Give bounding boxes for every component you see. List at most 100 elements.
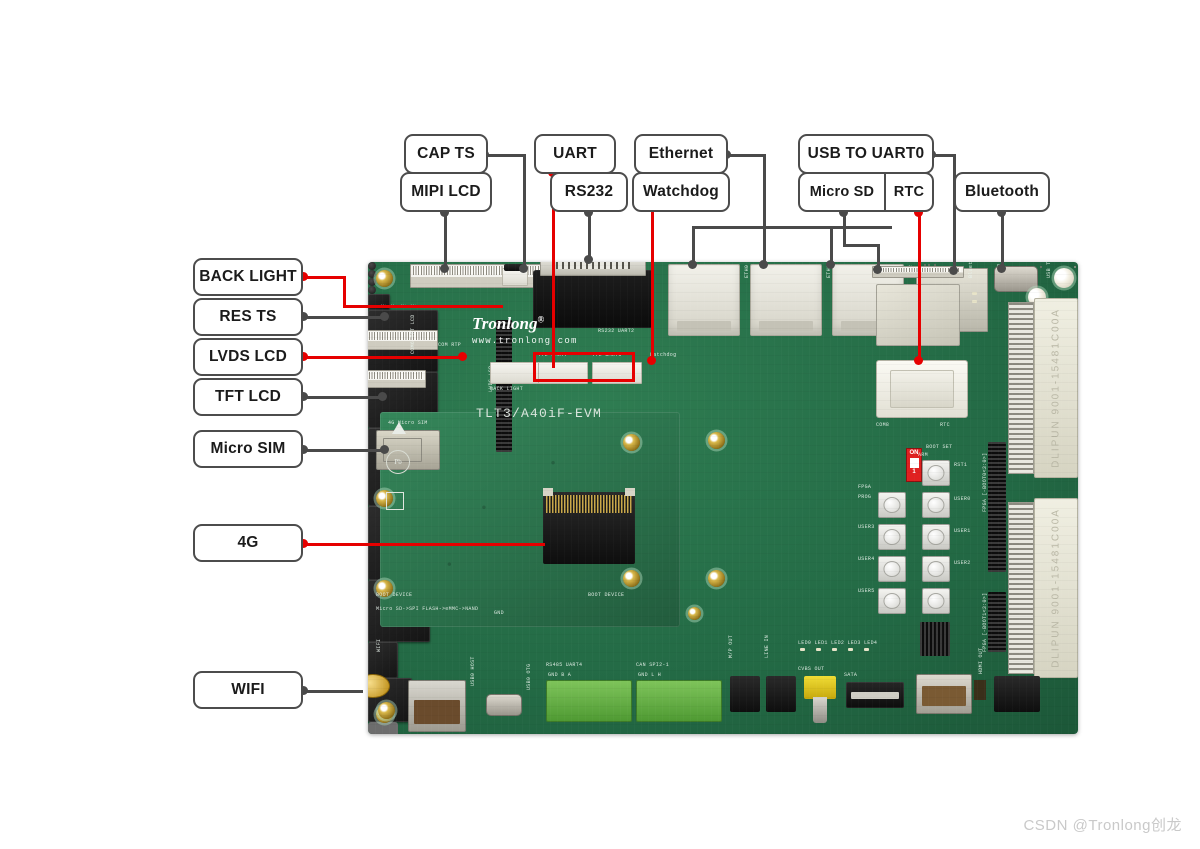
- callout-tft-lcd[interactable]: TFT LCD: [193, 378, 303, 416]
- leader-wifi: [305, 690, 363, 693]
- silk-leds: LED0 LED1 LED2 LED3 LED4: [798, 640, 878, 646]
- leader-res-ts: [305, 316, 385, 319]
- leader-tft-lcd: [305, 396, 383, 399]
- callout-label: RTC: [893, 184, 925, 200]
- leader-microsd-v: [843, 212, 846, 246]
- leader-dot: [378, 392, 387, 401]
- silk-rst1: RST1: [954, 462, 968, 468]
- callout-uart[interactable]: UART: [534, 134, 616, 174]
- mounting-hole: [708, 432, 725, 449]
- res-ts-pin: [368, 286, 376, 294]
- 4g-socket-pins: [546, 495, 632, 513]
- callout-4g[interactable]: 4G: [193, 524, 303, 562]
- callout-lvds-lcd[interactable]: LVDS LCD: [193, 338, 303, 376]
- silk-line-in: LINE IN: [764, 634, 770, 658]
- leader-cap-ts: [487, 154, 525, 157]
- leader-dot-red: [458, 352, 467, 361]
- silk-bluetooth: Bluetooth: [968, 262, 974, 278]
- silk-gnd: GND: [494, 610, 504, 616]
- leader-micro-sim: [305, 449, 385, 452]
- tft-lcd-ffc-connector-2: [368, 370, 426, 388]
- mounting-hole: [688, 607, 701, 620]
- silk-wifi: WIFI: [376, 638, 382, 652]
- audio-mp-out-jack: [730, 676, 760, 712]
- callout-bluetooth[interactable]: Bluetooth: [954, 172, 1050, 212]
- leader-cap-ts-v: [523, 154, 526, 269]
- sata-connector: [846, 682, 904, 708]
- pcb-board-image: X+ Y- X+ Y+ COM6 TFT LCD LVDS LCD COM RT…: [368, 262, 1078, 734]
- callout-back-light[interactable]: BACK LIGHT: [193, 258, 303, 296]
- callout-label: MIPI LCD: [411, 183, 481, 200]
- mounting-hole: [623, 434, 640, 451]
- leader-backlight-h1: [305, 276, 345, 279]
- audio-line-in-jack: [766, 676, 796, 712]
- silk-boot-device-2: BOOT DEVICE: [588, 592, 625, 598]
- callout-label: BACK LIGHT: [199, 268, 297, 285]
- typec-spacer7: [1040, 266, 1042, 268]
- leader-microsd-h: [843, 244, 879, 247]
- callout-watchdog[interactable]: Watchdog: [632, 172, 730, 212]
- silk-gnd-lh: GND L H: [638, 672, 662, 678]
- leader-bluetooth: [1001, 212, 1004, 270]
- callout-mipi-lcd[interactable]: MIPI LCD: [400, 172, 492, 212]
- brand-logo-text: Tronlong®: [472, 314, 545, 333]
- leader-ethernet-bus: [692, 226, 892, 229]
- silk-boot-modes: Micro SD->SPI FLASH->eMMC->NAND: [376, 606, 479, 612]
- edge-connector-pins-2: [1008, 502, 1034, 674]
- fpga-io-header-2: [988, 592, 1006, 652]
- callout-micro-sd[interactable]: Micro SD: [800, 174, 884, 210]
- board-model-silk: TLT3/A40iF-EVM: [476, 406, 603, 421]
- silk-rtc: RTC: [940, 422, 950, 428]
- push-button-arm-rst1: [922, 460, 950, 486]
- silk-usb-to-uart: USB TO UART0: [1046, 262, 1052, 278]
- push-button-user4: [878, 556, 906, 582]
- leader-dot: [584, 255, 593, 264]
- silk-back-light: BACK LIGHT: [490, 386, 524, 392]
- callout-usb-to-uart0[interactable]: USB TO UART0: [798, 134, 934, 174]
- silk-tft-lcd: COM6 TFT LCD: [410, 314, 416, 354]
- callout-label: WIFI: [231, 681, 265, 698]
- callout-ethernet[interactable]: Ethernet: [634, 134, 728, 174]
- ethernet-rj45-port-2: [750, 264, 822, 336]
- leader-dot: [949, 266, 958, 275]
- mounting-hole: [1054, 268, 1074, 288]
- callout-rs232[interactable]: RS232: [550, 172, 628, 212]
- silk-user5: USER5: [858, 588, 875, 594]
- mounting-hole: [623, 570, 640, 587]
- leader-usb-uart-h: [933, 154, 955, 157]
- callout-label: 4G: [237, 534, 259, 551]
- push-button-user5: [878, 588, 906, 614]
- push-button-extra: [922, 588, 950, 614]
- silk-prog: PROG: [858, 494, 872, 500]
- silk-user4: USER4: [858, 556, 875, 562]
- silk-arm: ARM: [918, 452, 928, 458]
- callout-micro-sim[interactable]: Micro SIM: [193, 430, 303, 468]
- callout-res-ts[interactable]: RES TS: [193, 298, 303, 336]
- push-button-user2: [922, 556, 950, 582]
- leader-dot-red: [914, 356, 923, 365]
- leader-rtc-red: [918, 212, 921, 360]
- mounting-hole: [708, 570, 725, 587]
- callout-rtc[interactable]: RTC: [884, 174, 932, 210]
- callout-wifi[interactable]: WIFI: [193, 671, 303, 709]
- leader-dot: [826, 260, 835, 269]
- expansion-edge-connector-2: DLIPUN 9001-15481C00A: [1034, 498, 1078, 678]
- callout-label: Watchdog: [643, 183, 719, 200]
- callout-microsd-rtc-group[interactable]: Micro SD RTC: [798, 172, 934, 212]
- silk-user0: USER0: [954, 496, 971, 502]
- silk-com3: COM8: [876, 422, 890, 428]
- leader-dot: [759, 260, 768, 269]
- callout-cap-ts[interactable]: CAP TS: [404, 134, 488, 174]
- silk-user2: USER2: [954, 560, 971, 566]
- uart-highlight-rect: [533, 352, 635, 382]
- ethernet-rj45-port-1: [668, 264, 740, 336]
- hdmi-out-port: [916, 674, 972, 714]
- leader-dot: [380, 312, 389, 321]
- silk-user3: USER3: [858, 524, 875, 530]
- db9-shell: [540, 262, 646, 276]
- callout-label: Bluetooth: [964, 183, 1040, 200]
- callout-label: Ethernet: [648, 145, 714, 162]
- expansion-edge-connector-1: DLIPUN 9001-15481C00A: [1034, 298, 1078, 478]
- leader-dot: [380, 445, 389, 454]
- mounting-hole: [376, 270, 393, 287]
